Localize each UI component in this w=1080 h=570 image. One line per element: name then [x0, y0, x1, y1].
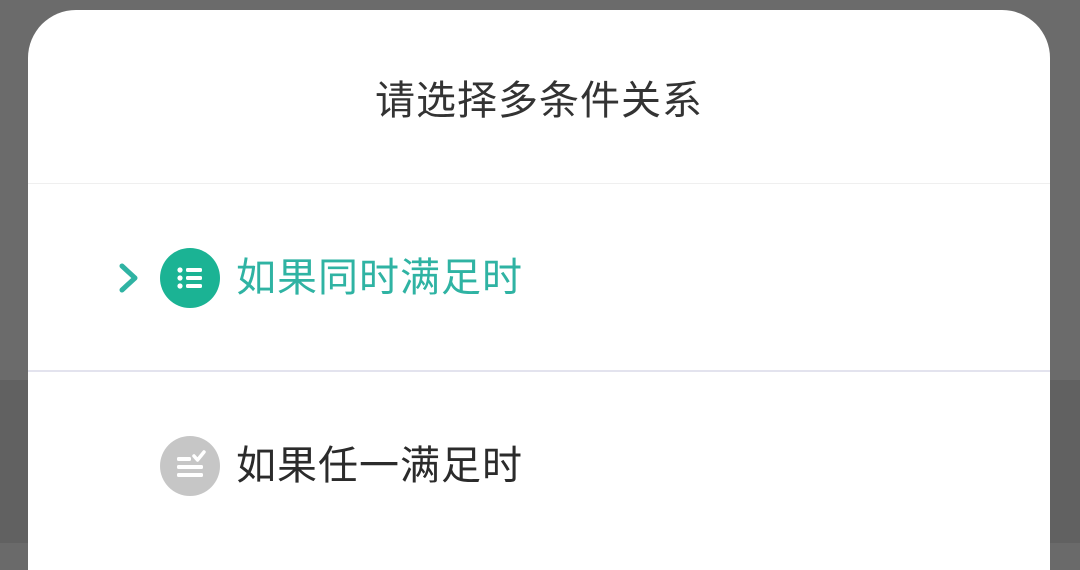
list-check-icon: [160, 436, 220, 496]
option-all-conditions[interactable]: 如果同时满足时: [28, 184, 1050, 370]
sheet-title: 请选择多条件关系: [375, 77, 703, 124]
chevron-right-icon: [119, 263, 138, 293]
option-label: 如果同时满足时: [236, 255, 523, 301]
option-label: 如果任一满足时: [236, 443, 523, 489]
condition-relation-sheet: 请选择多条件关系 如果同时满足时 如果任一满足时: [28, 10, 1050, 570]
option-any-condition[interactable]: 如果任一满足时: [28, 372, 1050, 558]
list-icon: [160, 248, 220, 308]
